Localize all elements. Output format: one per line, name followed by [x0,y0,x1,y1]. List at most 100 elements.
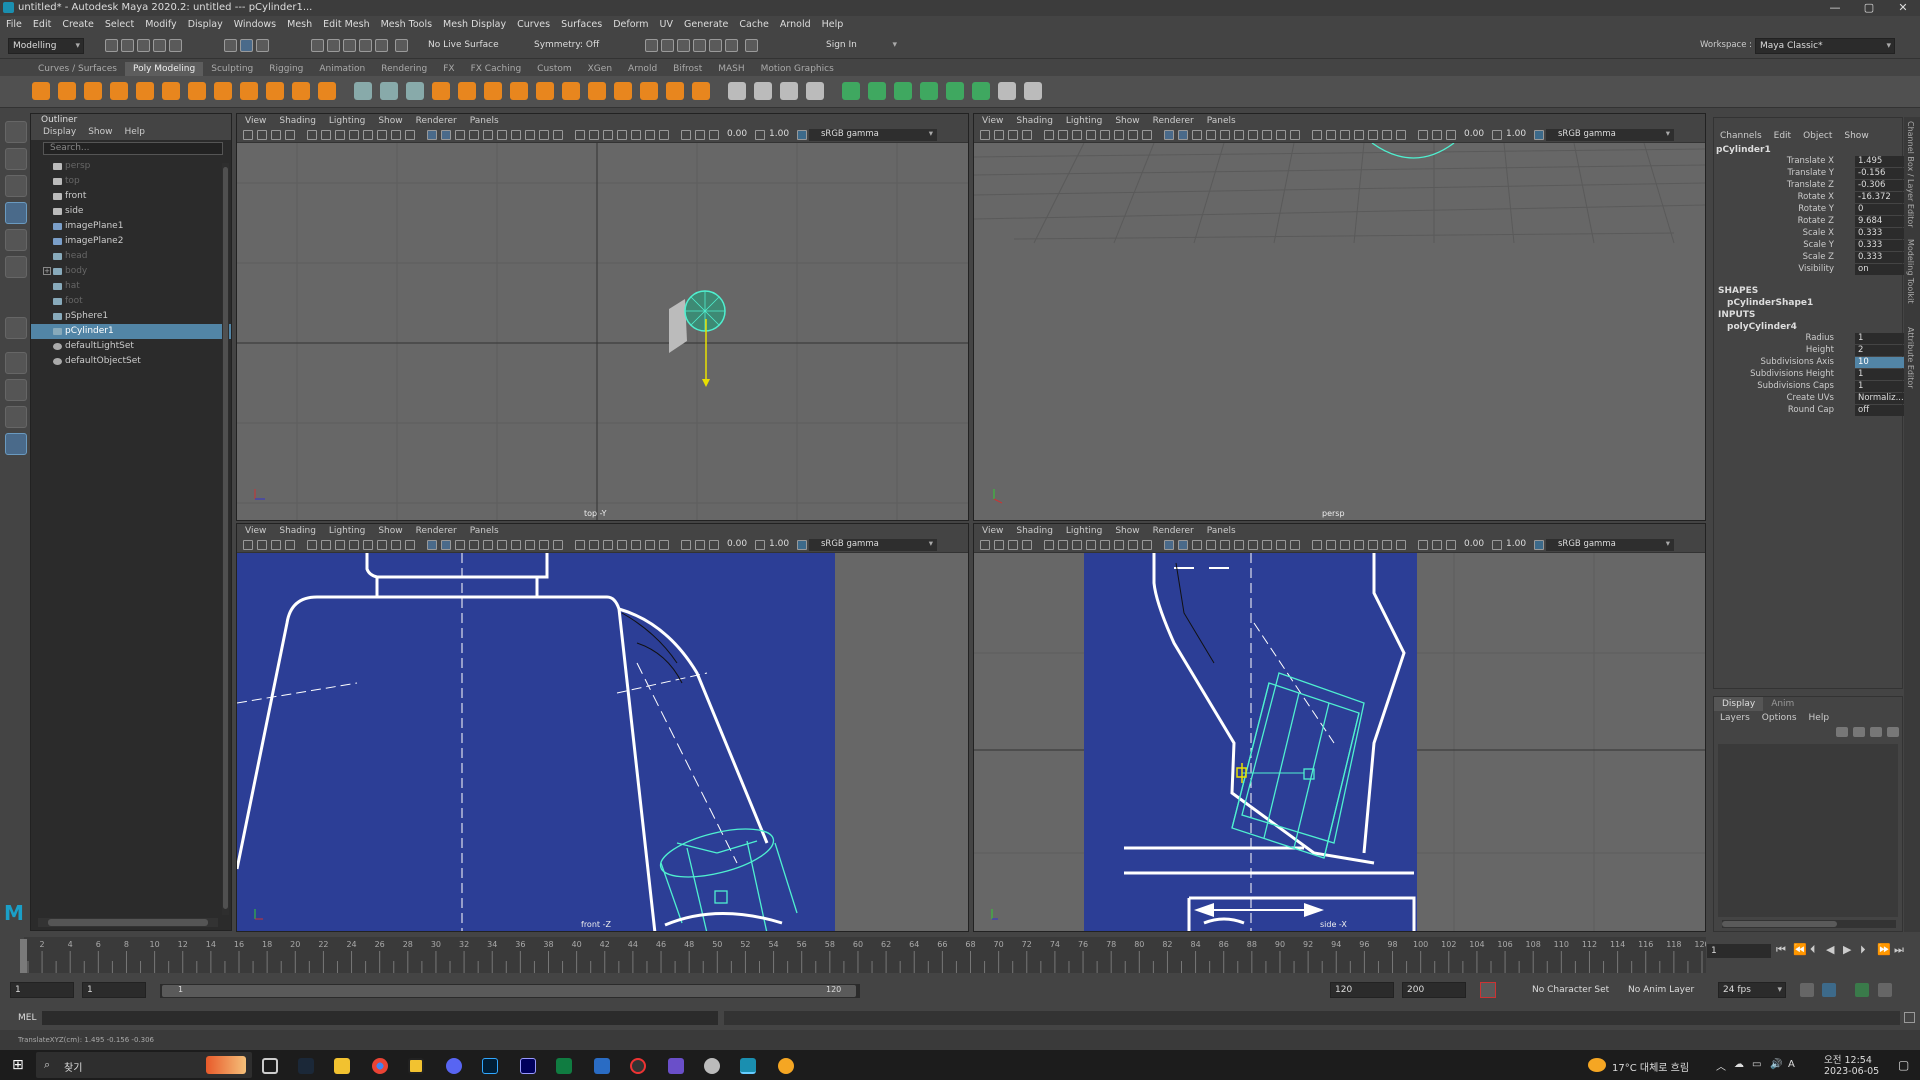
use-lights-icon[interactable] [1220,540,1230,550]
shadows-icon[interactable] [1234,540,1244,550]
move-layer-down-icon[interactable] [1887,727,1899,737]
hud-icon[interactable] [659,130,669,140]
channel-value[interactable]: 2 [1855,345,1905,356]
outliner-item-psphere1[interactable]: pSphere1 [31,309,231,324]
select-camera-icon[interactable] [243,540,253,550]
outliner-item-foot[interactable]: foot [31,294,231,309]
side-tab-channel-box[interactable]: Channel Box / Layer Editor [1906,121,1915,228]
channel-round-cap[interactable]: Round Cap off [1714,405,1905,417]
anti-alias-icon[interactable] [1276,130,1286,140]
clock-date[interactable]: 2023-06-05 [1824,1066,1879,1077]
range-slider-handle[interactable]: 1 120 [162,985,856,997]
character-set-dropdown[interactable]: No Character Set [1532,985,1609,995]
gamma-value[interactable]: 1.00 [769,539,789,549]
polygon-plane-icon[interactable] [162,82,180,100]
extrude-icon[interactable] [510,82,528,100]
uv-unfold-icon[interactable] [998,82,1016,100]
backface-icon[interactable] [631,130,641,140]
viewport-menu-lighting[interactable]: Lighting [329,116,365,126]
channel-subdivisions-caps[interactable]: Subdivisions Caps 1 [1714,381,1905,393]
connect-icon[interactable] [780,82,798,100]
safe-title-icon[interactable] [1142,540,1152,550]
menu-file[interactable]: File [6,19,22,30]
notification-icon[interactable]: ▢ [1898,1058,1909,1072]
channel-rotate-x[interactable]: Rotate X -16.372 [1714,192,1905,204]
lasso-tool-icon[interactable] [5,148,27,170]
shadows-icon[interactable] [497,540,507,550]
target-weld-icon[interactable] [754,82,772,100]
shelf-tab-poly-modeling[interactable]: Poly Modeling [124,62,204,76]
channel-scale-x[interactable]: Scale X 0.333 [1714,228,1905,240]
outliner-item-hat[interactable]: hat [31,279,231,294]
menu-uv[interactable]: UV [660,19,673,30]
channel-subdivisions-height[interactable]: Subdivisions Height 1 [1714,369,1905,381]
pause-icon[interactable] [745,39,758,52]
outliner-item-pcylinder1[interactable]: pCylinder1 [31,324,231,339]
new-layer-icon[interactable] [1836,727,1848,737]
menu-mesh-display[interactable]: Mesh Display [443,19,506,30]
outliner-item-side[interactable]: side [31,204,231,219]
depth-of-field-icon[interactable] [553,130,563,140]
viewport-menu-view[interactable]: View [245,116,266,126]
color-space-dropdown[interactable]: sRGB gamma [809,539,937,551]
use-lights-icon[interactable] [483,540,493,550]
viewport-menu-view[interactable]: View [982,116,1003,126]
gate-mask-icon[interactable] [363,130,373,140]
channel-value[interactable]: 10 [1855,357,1905,368]
render-current-icon[interactable] [645,39,658,52]
shelf-tab-rigging[interactable]: Rigging [261,62,311,76]
uv-automatic-icon[interactable] [920,82,938,100]
channel-scale-y[interactable]: Scale Y 0.333 [1714,240,1905,252]
grid-icon[interactable] [321,540,331,550]
combine-icon[interactable] [354,82,372,100]
ambient-occlusion-icon[interactable] [1248,540,1258,550]
channel-scale-z[interactable]: Scale Z 0.333 [1714,252,1905,264]
snap-vertex-icon[interactable] [395,39,408,52]
rotate-tool-icon[interactable] [5,229,27,251]
save-scene-icon[interactable] [137,39,150,52]
use-lights-icon[interactable] [1220,130,1230,140]
current-frame-field[interactable]: 1 [1707,944,1771,958]
channel-value[interactable]: 1 [1855,369,1905,380]
viewport-menu-renderer[interactable]: Renderer [416,526,457,536]
layer-editor-scrollbar[interactable] [1722,920,1896,928]
image-plane-icon[interactable] [307,130,317,140]
shadows-icon[interactable] [1234,130,1244,140]
channel-subdivisions-axis[interactable]: Subdivisions Axis 10 [1714,357,1905,369]
kakaotalk-icon[interactable] [408,1058,424,1074]
fps-dropdown[interactable]: 24 fps [1718,982,1786,998]
shelf-tab-animation[interactable]: Animation [311,62,373,76]
layer-tab-display[interactable]: Display [1714,697,1764,711]
viewport-menu-show[interactable]: Show [1115,116,1139,126]
ambient-occlusion-icon[interactable] [511,130,521,140]
loop-icon[interactable] [1800,983,1814,997]
wireframe-on-shaded-icon[interactable] [645,130,655,140]
field-chart-icon[interactable] [1114,540,1124,550]
app-store-icon[interactable] [594,1058,610,1074]
channel-value[interactable]: 0.333 [1855,240,1905,251]
outliner-item-defaultlightset[interactable]: defaultLightSet [31,339,231,354]
snap-view-icon[interactable] [359,39,372,52]
input-node-name[interactable]: polyCylinder4 [1714,321,1902,333]
lock-camera-icon[interactable] [994,540,1004,550]
outliner-menu-display[interactable]: Display [43,127,76,140]
outliner-item-imageplane1[interactable]: imagePlane1 [31,219,231,234]
play-forwards-icon[interactable]: ▶ [1843,943,1851,956]
viewport-persp[interactable]: View Shading Lighting Show Renderer Panels 0.… [973,113,1706,521]
symmetry-label[interactable]: Symmetry: Off [534,40,599,50]
four-view-layout-icon[interactable] [5,379,27,401]
ipr-render-icon[interactable] [677,39,690,52]
persp-outliner-layout-icon[interactable] [5,406,27,428]
color-management-icon[interactable] [1534,130,1544,140]
wireframe-icon[interactable] [1164,540,1174,550]
channel-value[interactable]: Normaliz... [1855,393,1905,404]
cylinder-persp[interactable] [1371,143,1455,159]
film-gate-icon[interactable] [1072,130,1082,140]
step-forward-frame-icon[interactable]: ⏵ [1860,943,1866,957]
menu-create[interactable]: Create [62,19,94,30]
uv-spherical-icon[interactable] [894,82,912,100]
film-gate-icon[interactable] [335,130,345,140]
channel-value[interactable]: 1.495 [1855,156,1905,167]
step-back-frame-icon[interactable]: ⏴ [1810,943,1816,957]
depth-of-field-icon[interactable] [553,540,563,550]
